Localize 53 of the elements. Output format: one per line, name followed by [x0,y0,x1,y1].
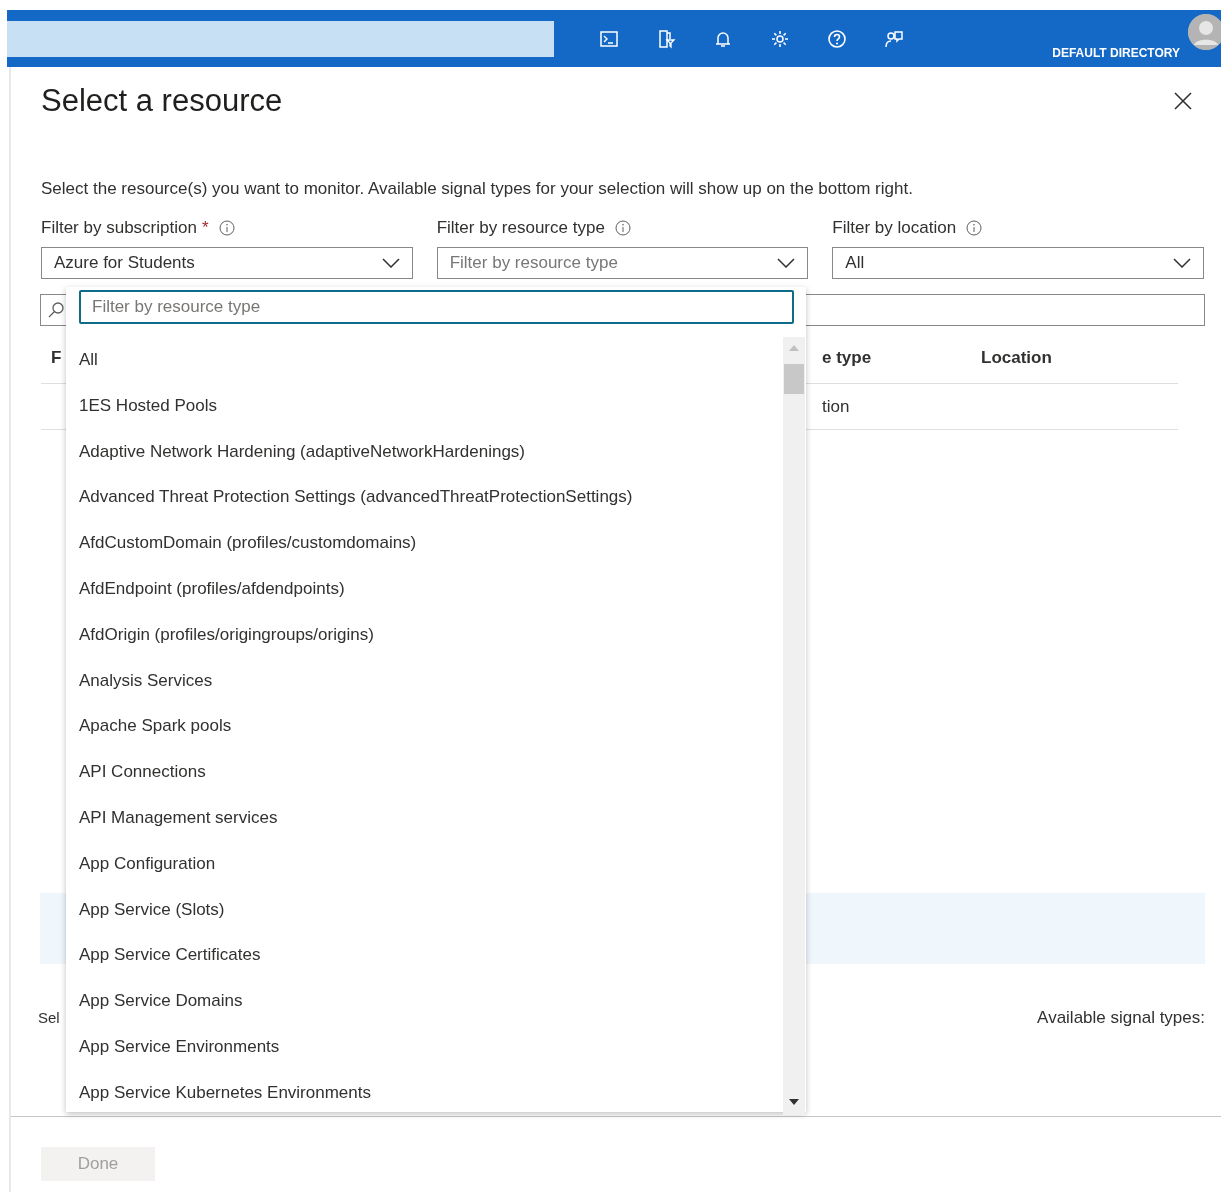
dropdown-option[interactable]: App Service Environments [66,1023,783,1070]
filter-label: Filter by location [832,218,957,238]
filter-dropdown[interactable]: All [832,247,1204,279]
dropdown-option[interactable]: Adaptive Network Hardening (adaptiveNetworkHardenings) [66,428,783,475]
required-mark: * [201,218,209,238]
dropdown-option[interactable]: All [66,337,783,383]
dropdown-option[interactable]: App Service Domains [66,978,783,1024]
chevron-icon [1173,258,1191,268]
filter-dropdown[interactable]: Filter by resource type [436,247,809,279]
scroll-down-icon[interactable] [789,1099,799,1105]
table-cell: tion [822,396,850,416]
description-text: Select the resource(s) you want to monitor. Available signal types for your selection will show up on the bottom right. [41,179,914,199]
dropdown-option[interactable]: Apache Spark pools [66,703,783,750]
info-icon[interactable] [966,220,983,236]
feedback-icon [883,28,904,49]
settings-icon [769,28,790,49]
avatar-icon[interactable] [1188,14,1221,50]
filter-label: Filter by subscription [41,218,197,238]
dropdown-option[interactable]: API Connections [66,749,783,795]
info-icon[interactable] [614,220,631,236]
dropdown-option[interactable]: AfdCustomDomain (profiles/customdomains) [66,520,783,566]
dropdown-option[interactable]: 1ES Hosted Pools [66,382,783,429]
scroll-thumb[interactable] [784,364,804,394]
dropdown-option[interactable]: AfdEndpoint (profiles/afdendpoints) [66,566,783,612]
info-icon[interactable] [218,220,235,236]
dropdown-option[interactable]: API Management services [66,794,783,841]
dropdown-placeholder: Filter by resource type [449,253,618,273]
scrollbar[interactable] [783,337,805,1115]
dropdown-value: All [845,253,865,273]
dropdown-option[interactable]: Advanced Threat Protection Settings (advancedThreatProtectionSettings) [66,474,783,521]
dropdown-option[interactable]: App Service Certificates [66,932,783,979]
dropdown-option[interactable]: App Service (Slots) [66,886,783,933]
selection-label: Sel [38,1009,60,1026]
filter-input[interactable]: Filter by resource type [79,290,794,324]
dropdown-value: Azure for Students [54,253,195,273]
dropdown-option[interactable]: Analysis Services [66,657,783,704]
search-icon [47,301,65,319]
dropdown-option[interactable]: App Service Kubernetes Environments [66,1069,783,1116]
panel-title: Select a resource [41,83,283,119]
search-field[interactable] [7,20,554,57]
dropdown-option[interactable]: App Configuration [66,840,783,887]
signal-types-label: Available signal types: [1037,1008,1205,1028]
chevron-icon [381,258,400,268]
filter-label: Filter by resource type [436,218,605,238]
help-icon [826,28,847,49]
directory-name: DEFAULT DIRECTORY [1052,46,1180,60]
filter-dropdown[interactable]: Azure for Students [41,247,413,279]
column-header: Location [981,347,1052,367]
column-header: F [51,347,62,367]
terminal-icon [598,28,619,49]
dropdown-option[interactable]: AfdOrigin (profiles/origingroups/origins) [66,611,783,658]
chevron-icon [777,258,796,268]
column-header: e type [822,347,872,367]
